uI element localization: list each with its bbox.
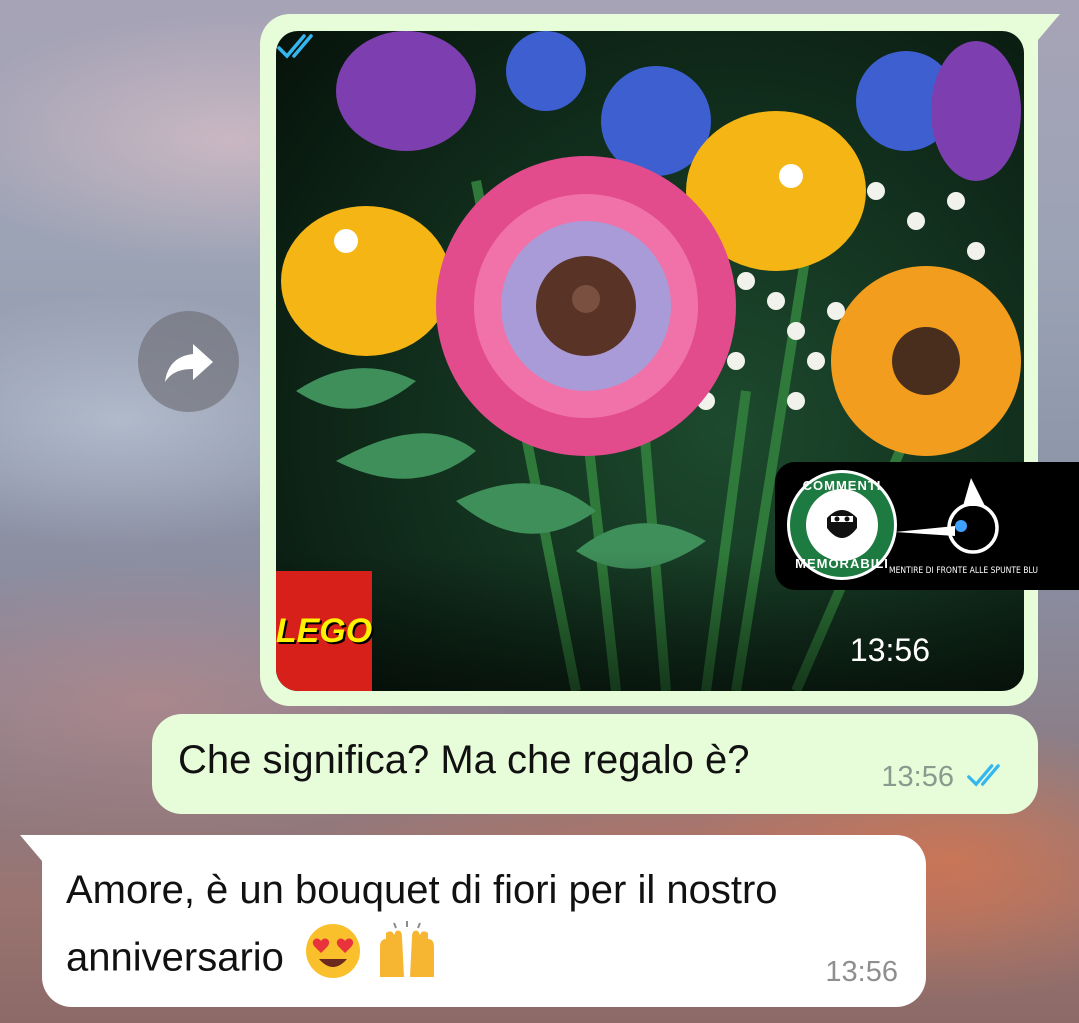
image-message-bubble[interactable]: LEGO 13:56 bbox=[260, 14, 1060, 706]
outgoing-text-message[interactable]: Che significa? Ma che regalo è? 13:56 bbox=[152, 714, 1038, 814]
bubble-tail bbox=[1038, 14, 1060, 40]
watermark-caption: MENTIRE DI FRONTE ALLE SPUNTE BLU bbox=[889, 566, 1038, 576]
emoji-group bbox=[303, 921, 444, 999]
bubble-tail bbox=[20, 835, 42, 861]
watermark-overlay: COMMENTI MEMORABILI MENTIRE DI FRONTE AL… bbox=[775, 462, 1079, 590]
forward-arrow-icon bbox=[164, 343, 213, 382]
read-ticks-icon bbox=[967, 764, 1000, 787]
read-ticks-icon bbox=[277, 34, 313, 59]
bearded-face-icon bbox=[806, 489, 878, 561]
message-time: 13:56 bbox=[849, 632, 930, 668]
message-time: 13:56 bbox=[881, 761, 954, 793]
message-text: Che significa? Ma che regalo è? bbox=[178, 738, 750, 782]
forward-button[interactable] bbox=[138, 311, 239, 412]
watermark-badge: COMMENTI MEMORABILI bbox=[787, 470, 897, 580]
message-time: 13:56 bbox=[825, 956, 898, 988]
lego-logo: LEGO bbox=[276, 571, 372, 691]
heart-eyes-face-icon bbox=[306, 924, 361, 978]
incoming-text-message[interactable]: Amore, è un bouquet di fiori per il nost… bbox=[20, 835, 926, 1007]
raised-hands-icon bbox=[380, 921, 435, 977]
message-text-container: Amore, è un bouquet di fiori per il nost… bbox=[66, 859, 786, 999]
pinocchio-nose-icon bbox=[895, 478, 999, 554]
watermark-badge-bottom: MEMORABILI bbox=[795, 556, 889, 571]
watermark-badge-top: COMMENTI bbox=[802, 478, 882, 493]
message-photo[interactable]: LEGO 13:56 bbox=[276, 31, 1024, 691]
